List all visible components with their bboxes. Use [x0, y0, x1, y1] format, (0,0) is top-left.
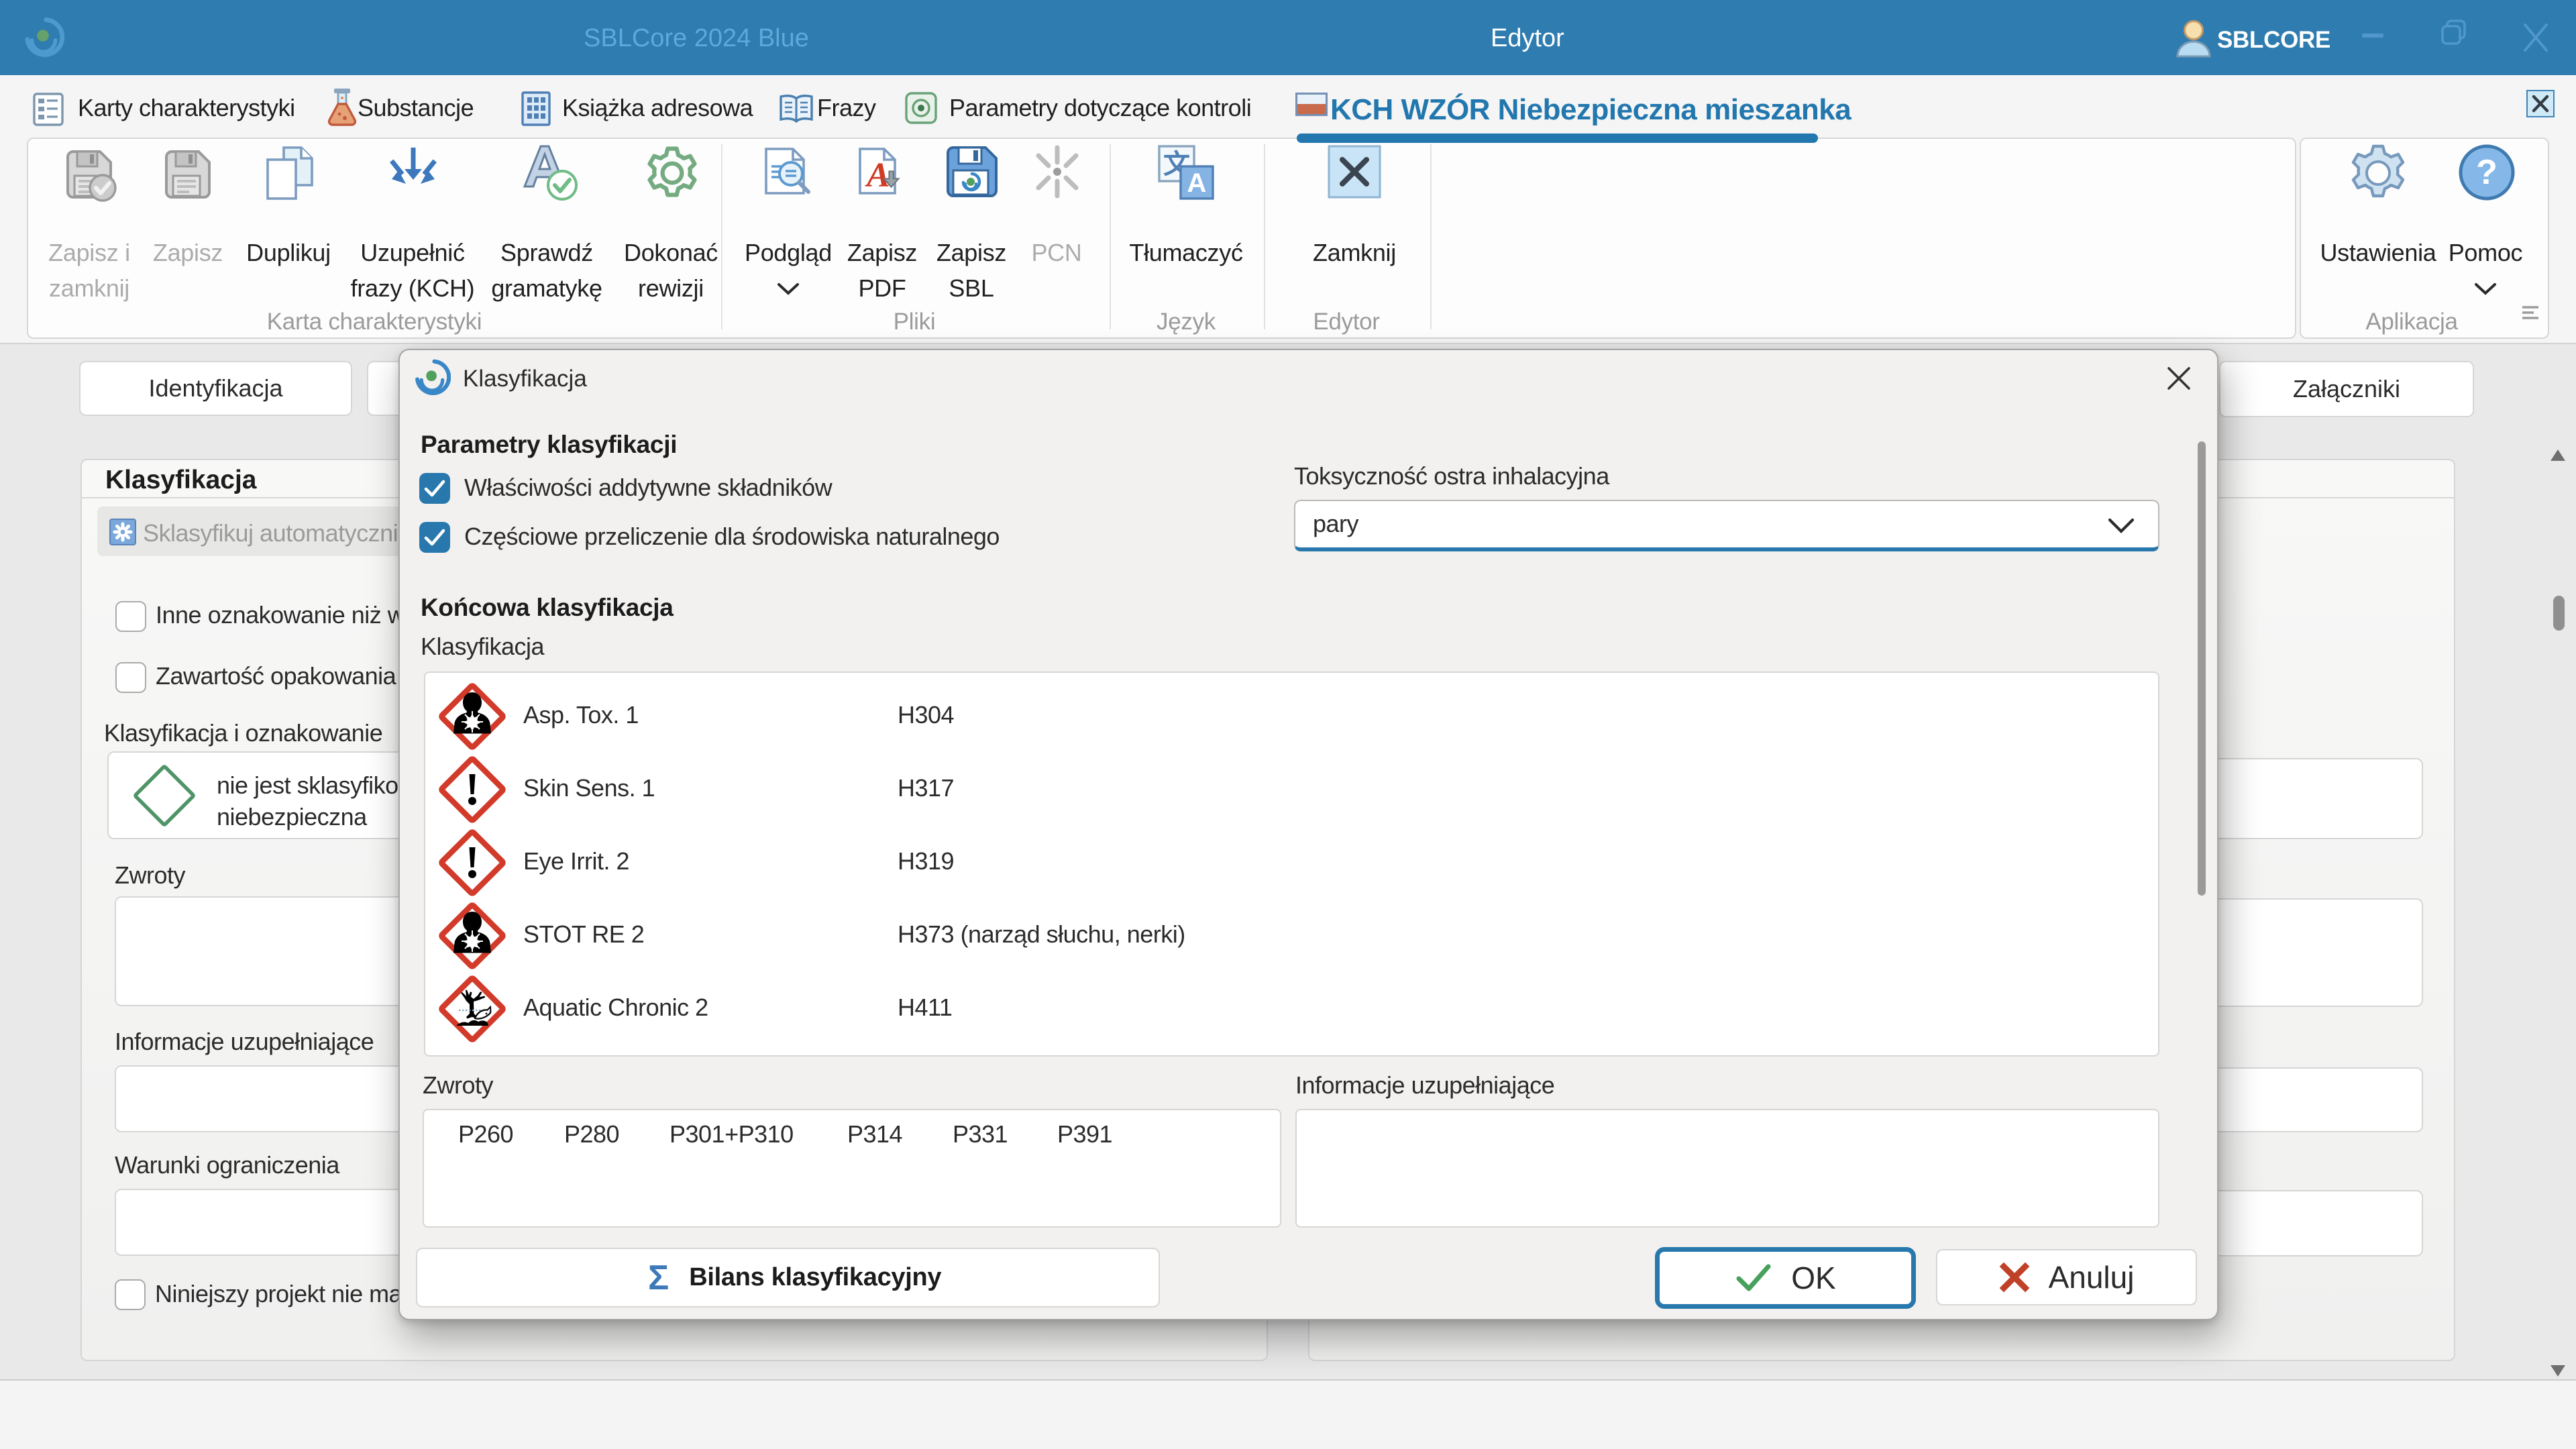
svg-text:A: A: [865, 156, 890, 195]
svg-text:?: ?: [2476, 153, 2498, 192]
svg-text:A: A: [1187, 168, 1207, 198]
